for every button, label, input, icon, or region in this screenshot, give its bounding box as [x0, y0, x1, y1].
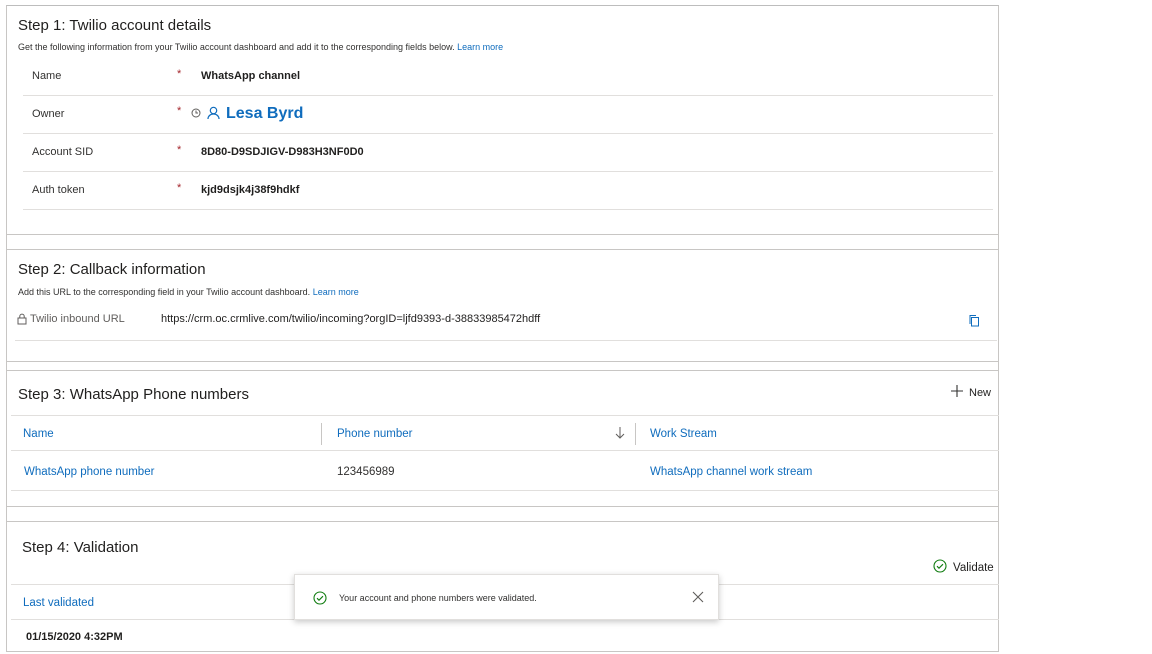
validation-toast: Your account and phone numbers were vali…	[294, 574, 719, 620]
toast-message: Your account and phone numbers were vali…	[339, 593, 537, 603]
section-divider	[7, 234, 998, 235]
required-mark: *	[177, 68, 182, 80]
step1-description-text: Get the following information from your …	[18, 42, 455, 52]
section-divider	[7, 370, 998, 371]
step2-description: Add this URL to the corresponding field …	[18, 287, 359, 297]
field-owner-label: Owner	[32, 108, 65, 120]
step1-section: Step 1: Twilio account details Get the f…	[7, 6, 998, 234]
channel-setup-panel: Step 1: Twilio account details Get the f…	[6, 5, 999, 652]
new-button[interactable]: New	[951, 385, 991, 400]
validate-button[interactable]: Validate	[933, 559, 994, 576]
inbound-url-label: Twilio inbound URL	[30, 313, 125, 325]
step2-title: Step 2: Callback information	[18, 261, 206, 278]
field-auth-token-value[interactable]: kjd9dsjk4j38f9hdkf	[201, 184, 299, 196]
section-divider	[7, 361, 998, 362]
section-divider	[7, 249, 998, 250]
person-icon	[207, 106, 220, 123]
field-owner-row: Owner * Lesa Byrd	[23, 96, 993, 134]
field-auth-token-label: Auth token	[32, 184, 85, 196]
plus-icon	[951, 385, 963, 400]
validate-button-label: Validate	[953, 561, 994, 574]
field-account-sid-value[interactable]: 8D80-D9SDJIGV-D983H3NF0D0	[201, 146, 364, 158]
field-account-sid-label: Account SID	[32, 146, 94, 158]
step2-description-text: Add this URL to the corresponding field …	[18, 287, 311, 297]
column-header-last-validated[interactable]: Last validated	[23, 597, 94, 609]
sort-descending-icon[interactable]	[615, 427, 625, 442]
success-check-icon	[313, 591, 327, 607]
table-row[interactable]: WhatsApp phone number 123456989 WhatsApp…	[11, 452, 999, 491]
step1-description: Get the following information from your …	[18, 42, 503, 52]
section-divider	[7, 521, 998, 522]
close-icon[interactable]	[692, 591, 704, 605]
section-divider	[7, 506, 998, 507]
column-divider	[321, 423, 322, 445]
lock-icon	[17, 313, 27, 328]
inbound-url-value[interactable]: https://crm.oc.crmlive.com/twilio/incomi…	[161, 313, 540, 325]
step3-title: Step 3: WhatsApp Phone numbers	[18, 386, 249, 403]
field-name-row: Name * WhatsApp channel	[23, 58, 993, 96]
owner-name-link[interactable]: Lesa Byrd	[226, 105, 303, 123]
last-validated-value: 01/15/2020 4:32PM	[26, 631, 123, 643]
field-name-label: Name	[32, 70, 62, 82]
column-divider	[635, 423, 636, 445]
step4-title: Step 4: Validation	[22, 539, 139, 556]
required-mark: *	[177, 182, 182, 194]
new-button-label: New	[969, 386, 992, 399]
copy-icon[interactable]	[968, 314, 980, 330]
required-mark: *	[177, 105, 182, 117]
row-name-link[interactable]: WhatsApp phone number	[24, 466, 154, 478]
row-phone-value: 123456989	[337, 466, 395, 478]
inbound-url-row: Twilio inbound URL https://crm.oc.crmliv…	[15, 308, 997, 341]
step2-learn-more-link[interactable]: Learn more	[313, 287, 359, 297]
column-header-name[interactable]: Name	[23, 428, 54, 440]
field-auth-token-row: Auth token * kjd9dsjk4j38f9hdkf	[23, 172, 993, 210]
column-header-phone[interactable]: Phone number	[337, 428, 412, 440]
required-mark: *	[177, 144, 182, 156]
field-name-value[interactable]: WhatsApp channel	[201, 70, 300, 82]
grid-header: Name Phone number Work Stream	[11, 415, 999, 451]
column-header-workstream[interactable]: Work Stream	[650, 428, 717, 440]
check-circle-icon	[933, 559, 947, 576]
step1-learn-more-link[interactable]: Learn more	[457, 42, 503, 52]
owner-lookup[interactable]: Lesa Byrd	[191, 105, 303, 123]
status-clock-icon	[191, 108, 201, 121]
row-workstream-link[interactable]: WhatsApp channel work stream	[650, 466, 812, 478]
step1-title: Step 1: Twilio account details	[18, 17, 212, 34]
field-account-sid-row: Account SID * 8D80-D9SDJIGV-D983H3NF0D0	[23, 134, 993, 172]
